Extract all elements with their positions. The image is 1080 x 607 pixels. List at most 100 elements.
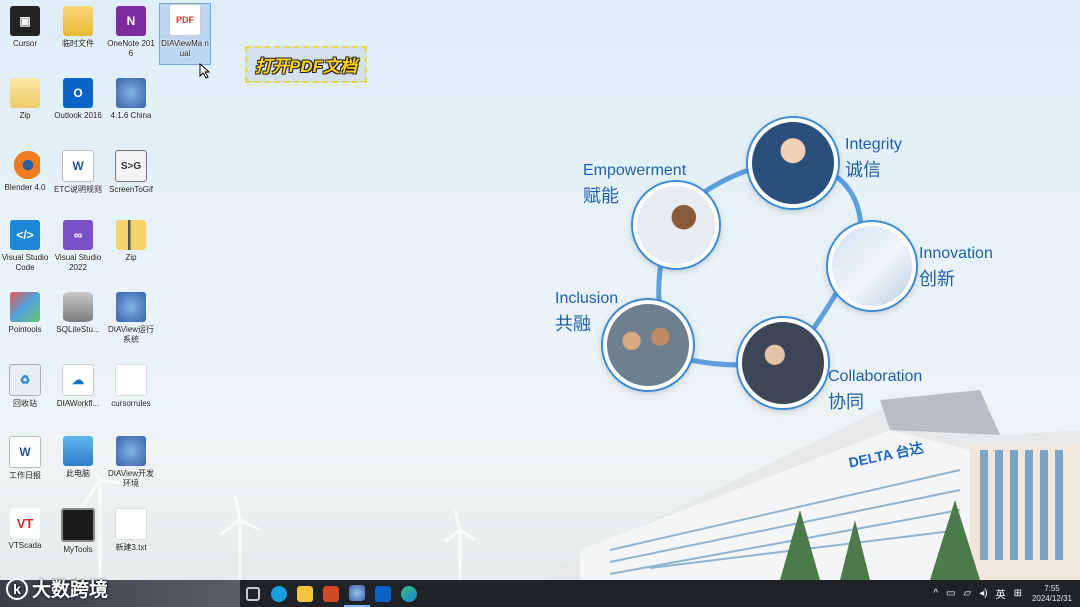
value-integrity: Integrity 诚信 [845, 136, 902, 182]
keyboard-icon[interactable]: ▭ [946, 588, 955, 599]
value-en: Collaboration [828, 368, 923, 385]
vscode-icon: </> [10, 220, 40, 250]
folder-icon [63, 6, 93, 36]
blender-icon [10, 150, 40, 180]
desktop-icon-cursorrules[interactable]: cursorrules [106, 364, 156, 409]
desktop-icon-vscode[interactable]: </> Visual Studio Code [0, 220, 50, 273]
desktop-icon-recycle-bin[interactable]: ♻ 回收站 [0, 364, 50, 409]
desktop-icon-label: Zip [125, 253, 137, 262]
desktop-icon-label: DIAViewMa nual [161, 39, 209, 58]
mytools-icon [61, 508, 95, 542]
value-en: Inclusion [555, 290, 619, 307]
system-tray: ^ ▭ ▱ ◂) 英 ⊞ 7:55 2024/12/31 [933, 580, 1072, 607]
desktop-icon-etc-doc[interactable]: W ETC说明规则 [53, 150, 103, 195]
desktop-icon-label: 此电脑 [66, 469, 90, 478]
desktop-icon-label: Zip [19, 111, 31, 120]
desktop-icon-new-txt[interactable]: 新建3.txt [106, 508, 156, 553]
value-cn: 诚信 [845, 160, 881, 180]
taskbar: ^ ▭ ▱ ◂) 英 ⊞ 7:55 2024/12/31 [0, 580, 1080, 607]
collaboration-photo [738, 318, 828, 408]
task-view-icon[interactable] [240, 580, 266, 607]
desktop-icon-label: Blender 4.0 [4, 183, 46, 192]
desktop-icon-label: Cursor [12, 39, 37, 48]
desktop-icon-label: Visual Studio 2022 [54, 253, 102, 272]
desktop-icon-label: cursorrules [111, 399, 151, 408]
desktop-icon-label: ScreenToGif [108, 185, 154, 194]
desktop-icon-mytools[interactable]: MyTools [53, 508, 103, 555]
desktop-icon-zip-folder[interactable]: Zip [0, 78, 50, 121]
value-inclusion: Inclusion 共融 [555, 290, 618, 336]
desktop-icon-label: 工作日报 [9, 471, 41, 480]
value-collaboration: Collaboration 协同 [828, 368, 922, 414]
onenote-icon: N [116, 6, 146, 36]
desktop-icon-diaview-china[interactable]: 4.1.6 China [106, 78, 156, 121]
desktop-icon-pointools[interactable]: Pointools [0, 292, 50, 335]
desktop-icon-diaview-dev[interactable]: DIAView开发环境 [106, 436, 156, 489]
innovation-photo [828, 222, 916, 310]
desktop-icon-screentogif[interactable]: S>G ScreenToGif [106, 150, 156, 195]
value-cn: 协同 [828, 392, 864, 412]
desktop-icon-this-pc[interactable]: 此电脑 [53, 436, 103, 479]
vtscada-icon: VT [10, 508, 40, 538]
screentogif-icon: S>G [115, 150, 147, 182]
chevron-up-icon[interactable]: ^ [933, 588, 938, 599]
mouse-pointer-icon [199, 63, 211, 79]
word-doc-icon: W [62, 150, 94, 182]
desktop-icon-temp-folder[interactable]: 临时文件 [53, 6, 103, 49]
outlook-icon: O [63, 78, 93, 108]
outlook-taskbar-icon[interactable] [370, 580, 396, 607]
network-icon[interactable]: ▱ [964, 588, 972, 599]
cloud-chart-icon: ☁ [62, 364, 94, 396]
desktop-icon-diaview-runtime[interactable]: DIAView运行系统 [106, 292, 156, 345]
ime-mode-icon[interactable]: ⊞ [1014, 588, 1022, 599]
blank-file-icon [115, 364, 147, 396]
desktop: DELTA 台达 打开PDF文档 Integrity 诚信 Empowermen… [0, 0, 1080, 580]
pdf-file-icon: PDF [169, 4, 201, 36]
edge-icon[interactable] [396, 580, 422, 607]
this-pc-icon [63, 436, 93, 466]
desktop-icon-label: VTScada [8, 541, 42, 550]
skype-icon[interactable] [266, 580, 292, 607]
clock[interactable]: 7:55 2024/12/31 [1032, 584, 1072, 604]
diaview-icon [116, 292, 146, 322]
desktop-icon-vtscada[interactable]: VT VTScada [0, 508, 50, 551]
desktop-icon-label: DIAWorkfl... [56, 399, 100, 408]
powerpoint-icon[interactable] [318, 580, 344, 607]
folder-icon [10, 78, 40, 108]
pointools-icon [10, 292, 40, 322]
value-empowerment: Empowerment 赋能 [583, 162, 686, 208]
desktop-icon-work-report[interactable]: W 工作日报 [0, 436, 50, 481]
desktop-icon-label: DIAView开发环境 [108, 469, 154, 488]
value-en: Empowerment [583, 162, 687, 179]
desktop-icon-label: 临时文件 [62, 39, 94, 48]
desktop-icon-label: DIAView运行系统 [108, 325, 154, 344]
desktop-icon-label: ETC说明规则 [54, 185, 102, 194]
value-cn: 赋能 [583, 186, 619, 206]
desktop-icon-label: Visual Studio Code [1, 253, 49, 272]
ime-indicator[interactable]: 英 [996, 586, 1006, 601]
database-icon [63, 292, 93, 322]
watermark-text: 大数跨境 [32, 580, 109, 601]
diaview-taskbar-icon[interactable] [344, 580, 370, 607]
desktop-icon-onenote[interactable]: N OneNote 2016 [106, 6, 156, 59]
visual-studio-icon: ∞ [63, 220, 93, 250]
zip-icon [116, 220, 146, 250]
desktop-icon-label: Pointools [8, 325, 42, 334]
desktop-icon-outlook[interactable]: O Outlook 2016 [53, 78, 103, 121]
volume-icon[interactable]: ◂) [979, 588, 987, 599]
desktop-icon-label: 4.1.6 China [110, 111, 152, 120]
cursor-app-icon: ▣ [10, 6, 40, 36]
desktop-icon-label: MyTools [63, 545, 93, 554]
desktop-icon-blender[interactable]: Blender 4.0 [0, 150, 50, 193]
file-explorer-icon[interactable] [292, 580, 318, 607]
desktop-icon-label: Outlook 2016 [54, 111, 102, 120]
watermark-logo-icon: k [6, 577, 28, 600]
desktop-icon-pdf-manual[interactable]: PDF DIAViewMa nual [159, 3, 211, 65]
desktop-icon-zip[interactable]: Zip [106, 220, 156, 263]
desktop-icon-label: SQLiteStu... [56, 325, 100, 334]
recycle-bin-icon: ♻ [9, 364, 41, 396]
desktop-icon-visual-studio[interactable]: ∞ Visual Studio 2022 [53, 220, 103, 273]
desktop-icon-diaworkflow[interactable]: ☁ DIAWorkfl... [53, 364, 103, 409]
desktop-icon-cursor[interactable]: ▣ Cursor [0, 6, 50, 49]
desktop-icon-sqlitestudio[interactable]: SQLiteStu... [53, 292, 103, 335]
